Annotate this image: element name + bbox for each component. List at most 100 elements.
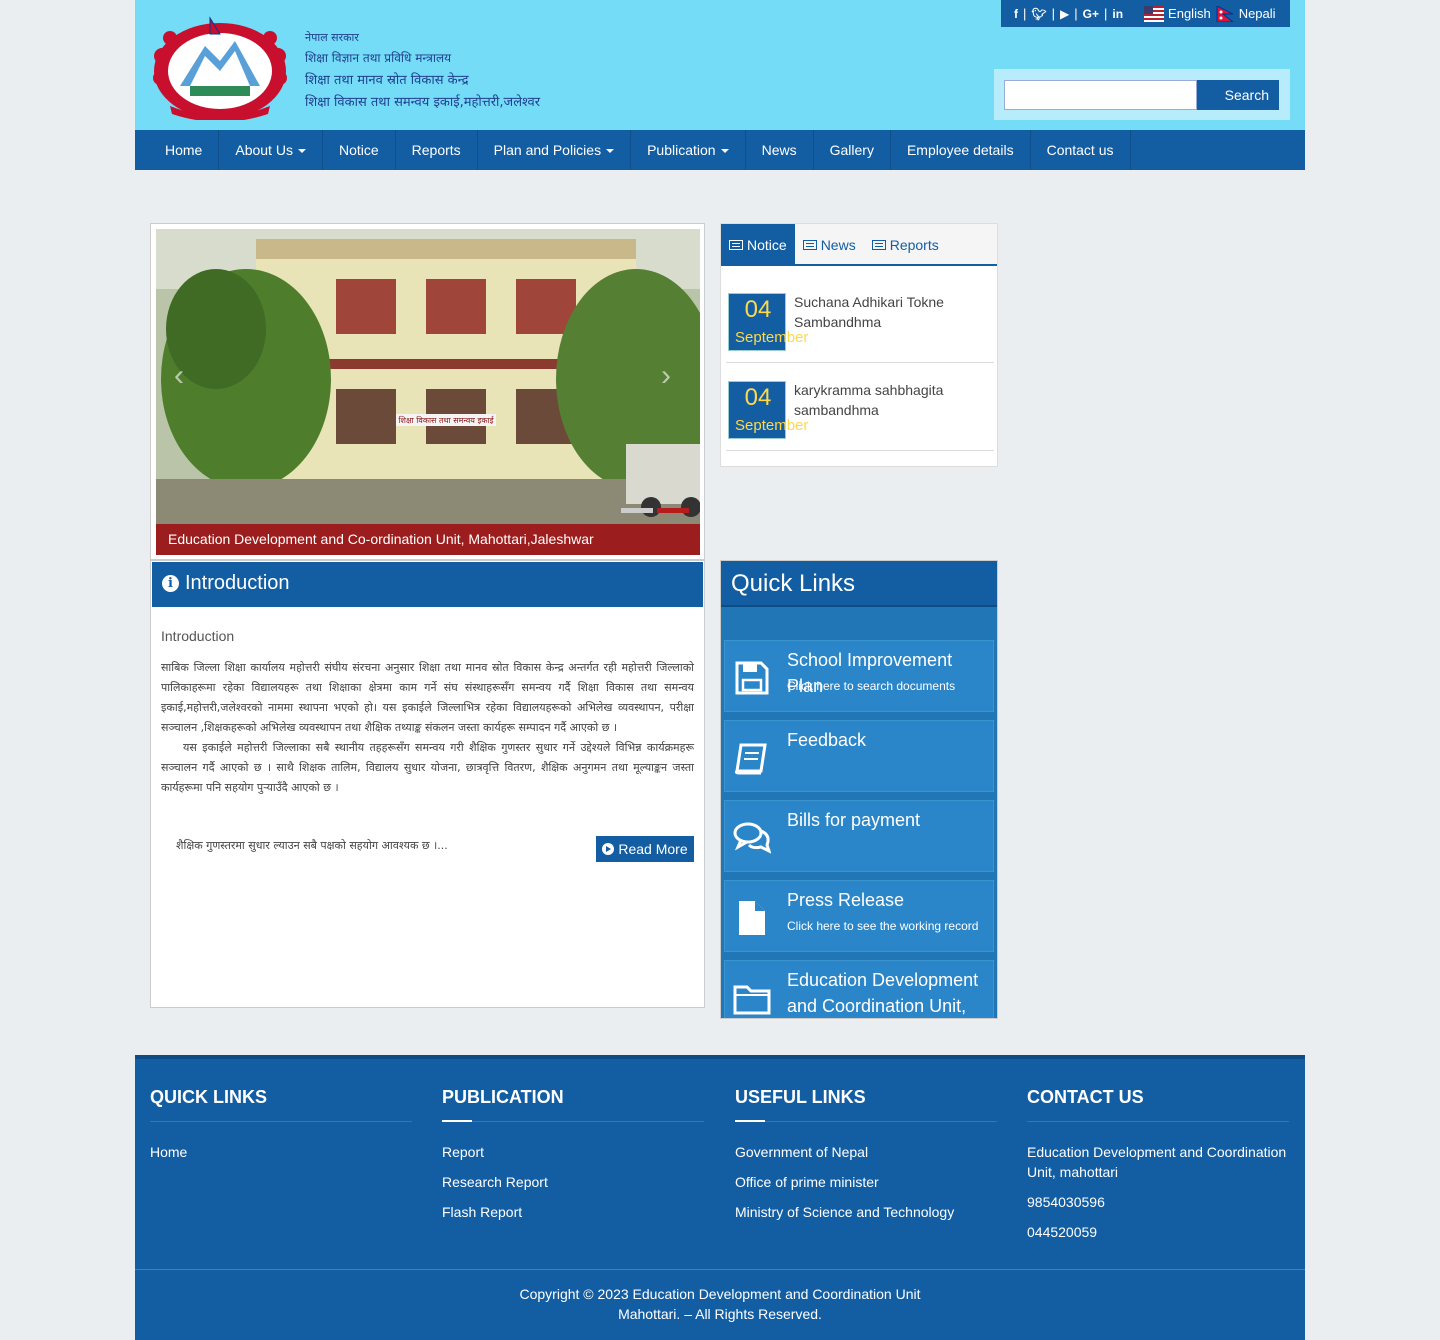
introduction-paragraph-1: साबिक जिल्ला शिक्षा कार्यालय महोत्तरी सं…	[161, 661, 694, 734]
footer-link[interactable]: Office of prime minister	[735, 1172, 997, 1192]
notice-item[interactable]: 04 September karykramma sahbhagita samband…	[726, 376, 994, 451]
nav-item-publication[interactable]: Publication	[631, 130, 746, 170]
caret-down-icon	[297, 149, 306, 154]
notice-title[interactable]: karykramma sahbhagita sambandhma	[794, 380, 989, 420]
footer-link[interactable]: Home	[150, 1142, 412, 1162]
date-day: 04	[744, 384, 772, 411]
quick-link-title: Press Release	[787, 890, 905, 910]
nav-item-label: About Us	[235, 142, 293, 158]
heading-underline	[735, 1120, 765, 1122]
main-content: शिक्षा विकास तथा समन्वय इकाई ‹ › Educati…	[135, 208, 1305, 1055]
quick-link-subtitle: Click here to see the working record	[787, 919, 979, 933]
play-circle-icon	[602, 843, 615, 855]
slide-caption: Education Development and Co-ordination …	[156, 524, 700, 555]
slide-indicator[interactable]	[621, 508, 653, 513]
quick-link-title: Bills for payment	[787, 810, 921, 830]
nav-item-label: News	[761, 142, 797, 158]
slide[interactable]: शिक्षा विकास तथा समन्वय इकाई ‹ › Educati…	[156, 229, 700, 555]
footer-link[interactable]: Report	[442, 1142, 704, 1162]
nav-item-contact-us[interactable]: Contact us	[1031, 130, 1131, 170]
header-line-3: शिक्षा तथा मानव स्रोत विकास केन्द्र	[305, 73, 469, 88]
tab-news[interactable]: News	[795, 224, 864, 264]
nav-item-about-us[interactable]: About Us	[219, 130, 323, 170]
tab-notice[interactable]: Notice	[721, 224, 795, 264]
language-nepali-link[interactable]: Nepali	[1215, 5, 1276, 22]
office-building-photo: शिक्षा विकास तथा समन्वय इकाई	[156, 229, 700, 555]
quick-link-bills-for-payment[interactable]: Bills for payment	[724, 800, 994, 872]
youtube-icon[interactable]: ▶	[1060, 7, 1069, 21]
introduction-title: Introduction	[185, 572, 290, 594]
tab-reports[interactable]: Reports	[864, 224, 947, 264]
quick-link-school-improvement-plan[interactable]: School Improvement Plan Click here to sea…	[724, 640, 994, 712]
language-english-label: English	[1168, 6, 1211, 21]
next-slide-arrow-icon[interactable]: ›	[661, 359, 671, 393]
footer-publication: PUBLICATION Report Research Report Flash R…	[442, 1087, 704, 1222]
quick-link-title: Education Development and Coordination U…	[787, 970, 979, 1016]
nav-item-label: Contact us	[1046, 142, 1114, 158]
search-input[interactable]	[1004, 80, 1197, 110]
copyright: Copyright © 2023 Education Development a…	[135, 1269, 1305, 1324]
footer-link[interactable]: Research Report	[442, 1172, 704, 1192]
nav-item-label: Reports	[411, 142, 461, 158]
footer-contact: CONTACT US Education Development and Coo…	[1027, 1087, 1289, 1242]
social-language-bar: f | 🐦︎ | ▶ | G+ | in English Nepali	[1001, 0, 1290, 27]
spacer-strip	[135, 170, 1305, 208]
quick-links-panel: Quick Links School Improvement Plan Click…	[720, 560, 998, 1019]
nav-item-gallery[interactable]: Gallery	[814, 130, 891, 170]
prev-slide-arrow-icon[interactable]: ‹	[174, 359, 184, 393]
nav-item-notice[interactable]: Notice	[323, 130, 396, 170]
copyright-line-2: Mahottari. – All Rights Reserved.	[618, 1306, 822, 1322]
quick-link-press-release[interactable]: Press Release Click here to see the worki…	[724, 880, 994, 952]
nav-item-label: Publication	[647, 142, 716, 158]
quick-links-title: Quick Links	[721, 561, 997, 607]
date-badge: 04 September	[728, 293, 808, 351]
caret-down-icon	[606, 149, 615, 154]
footer-link[interactable]: Flash Report	[442, 1202, 704, 1222]
notice-news-panel: Notice News Reports 04 September Suchana Adh…	[720, 223, 998, 467]
quick-link-subtitle: Click here to search documents	[787, 679, 956, 693]
nav-item-home[interactable]: Home	[149, 130, 220, 170]
footer-link[interactable]: Government of Nepal	[735, 1142, 997, 1162]
date-day: 04	[744, 296, 772, 323]
quick-link-title: Feedback	[787, 730, 867, 750]
nav-item-label: Employee details	[906, 142, 1014, 158]
quick-link-feedback[interactable]: Feedback	[724, 720, 994, 792]
facebook-icon[interactable]: f	[1014, 7, 1018, 21]
footer-contact-heading: CONTACT US	[1027, 1087, 1144, 1107]
footer-useful-links-heading: USEFUL LINKS	[735, 1087, 866, 1107]
image-slider: शिक्षा विकास तथा समन्वय इकाई ‹ › Educati…	[150, 223, 705, 560]
nav-item-label: Home	[165, 142, 203, 158]
contact-phone-2: 044520059	[1027, 1224, 1098, 1240]
nav-item-employee-details[interactable]: Employee details	[891, 130, 1031, 170]
footer-publication-heading: PUBLICATION	[442, 1087, 564, 1107]
language-english-link[interactable]: English	[1144, 5, 1211, 22]
search-box: Search	[994, 69, 1290, 120]
notice-title[interactable]: Suchana Adhikari Tokne Sambandhma	[794, 292, 989, 332]
quick-link-education-development-and-coordination-unit-kathmandu[interactable]: Education Development and Coordination U…	[724, 960, 994, 1018]
header-line-4: शिक्षा विकास तथा समन्वय इकाई,महोत्तरी,जल…	[305, 95, 541, 110]
nav-item-reports[interactable]: Reports	[396, 130, 478, 170]
nepal-emblem-logo[interactable]	[150, 16, 290, 120]
nav-item-label: Notice	[338, 142, 379, 158]
google-plus-icon[interactable]: G+	[1083, 7, 1099, 21]
site-footer: QUICK LINKS Home PUBLICATION Report Resea…	[135, 1055, 1305, 1340]
us-flag-icon	[1144, 5, 1165, 22]
footer-quick-links-heading: QUICK LINKS	[150, 1087, 267, 1107]
nav-item-plan-and-policies[interactable]: Plan and Policies	[478, 130, 632, 170]
nav-item-label: Plan and Policies	[493, 142, 602, 158]
nepal-flag-icon	[1216, 5, 1234, 22]
twitter-icon[interactable]: 🐦︎	[1031, 7, 1046, 21]
slide-indicator-active[interactable]	[657, 508, 689, 513]
notice-tabs: Notice News Reports	[721, 224, 997, 266]
footer-quick-links: QUICK LINKS Home	[150, 1087, 412, 1162]
nav-item-news[interactable]: News	[746, 130, 814, 170]
linkedin-icon[interactable]: in	[1112, 7, 1123, 21]
copyright-line-1: Copyright © 2023 Education Development a…	[519, 1286, 921, 1302]
introduction-header: i Introduction	[152, 562, 703, 607]
read-more-button[interactable]: Read More	[596, 836, 694, 862]
search-button[interactable]: Search	[1197, 80, 1279, 110]
contact-phone-1: 9854030596	[1027, 1194, 1105, 1210]
introduction-panel: i Introduction Introduction साबिक जिल्ला …	[150, 560, 705, 1008]
footer-link[interactable]: Ministry of Science and Technology	[735, 1202, 997, 1222]
notice-item[interactable]: 04 September Suchana Adhikari Tokne Samban…	[726, 288, 994, 363]
